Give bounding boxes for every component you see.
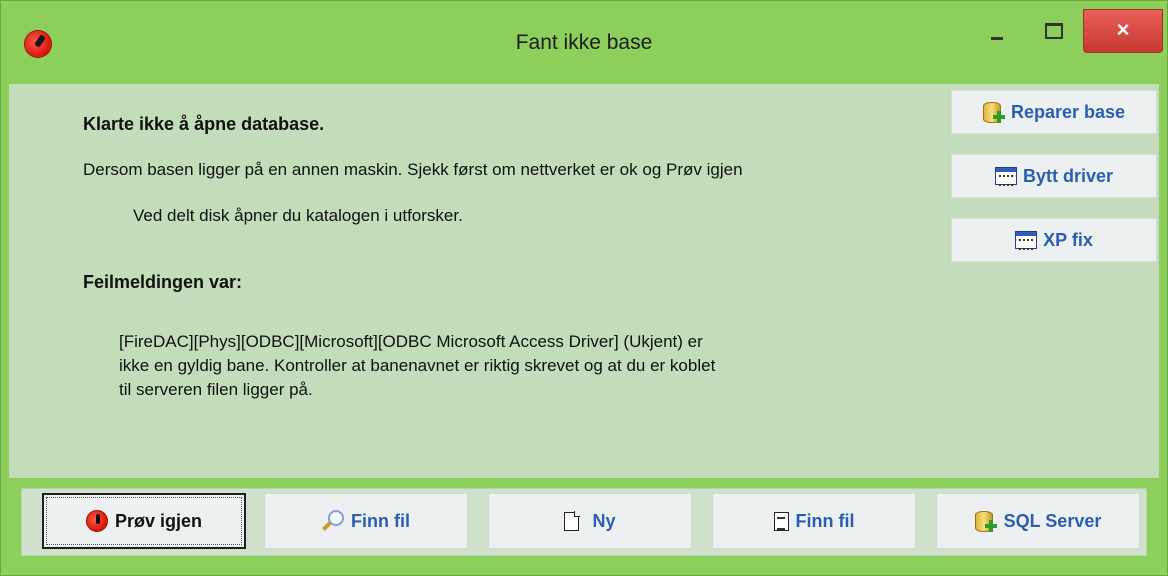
xp-fix-label: XP fix [1043,229,1093,250]
sql-server-button[interactable]: SQL Server [936,493,1140,549]
magnifier-icon [322,510,344,532]
new-database-button[interactable]: Ny [488,493,692,549]
driver-window-icon [994,167,1017,186]
xp-fix-button[interactable]: XP fix [951,218,1157,262]
retry-icon [85,510,108,532]
driver-window-icon [1015,231,1038,250]
repair-database-label: Reparer base [1010,101,1126,122]
title-bar[interactable]: Fant ikke base × [1,1,1167,84]
retry-label: Prøv igjen [114,510,203,531]
database-add-icon [974,509,997,533]
network-hint: Dersom basen ligger på en annen maskin. … [83,160,743,179]
repair-database-button[interactable]: Reparer base [951,90,1157,134]
error-message-line: ikke en gyldig bane. Kontroller at banen… [119,356,716,375]
button-bar: Prøv igjen Finn fil Ny Finn fil SQL Serv… [9,478,1159,565]
error-message-heading: Feilmeldingen var: [83,272,243,292]
button-bar-panel: Prøv igjen Finn fil Ny Finn fil SQL Serv… [21,488,1147,556]
find-file-button[interactable]: Finn fil [264,493,468,549]
error-title: Klarte ikke å åpne database. [83,114,325,134]
text-document-icon [773,511,789,531]
new-label: Ny [592,510,616,531]
retry-button[interactable]: Prøv igjen [42,493,246,549]
switch-driver-button[interactable]: Bytt driver [951,154,1157,198]
shared-disk-hint: Ved delt disk åpner du katalogen i utfor… [133,206,463,225]
new-document-icon [564,510,581,531]
error-message-line: [FireDAC][Phys][ODBC][Microsoft][ODBC Mi… [119,332,703,351]
switch-driver-label: Bytt driver [1022,165,1114,186]
find-file-label: Finn fil [351,510,410,531]
error-message-line: til serveren filen ligger på. [119,380,313,399]
find-file-2-button[interactable]: Finn fil [712,493,916,549]
minimize-button[interactable] [966,11,1022,51]
sql-server-label: SQL Server [1003,510,1102,531]
close-icon: × [1116,17,1130,42]
close-button[interactable]: × [1083,9,1163,53]
find-file-2-label: Finn fil [795,510,855,531]
message-panel: Klarte ikke å åpne database. Dersom base… [9,84,1159,478]
database-add-icon [982,100,1005,124]
maximize-button[interactable] [1024,11,1080,51]
dialog-window: Fant ikke base × Klarte ikke å åpne data… [0,0,1168,576]
